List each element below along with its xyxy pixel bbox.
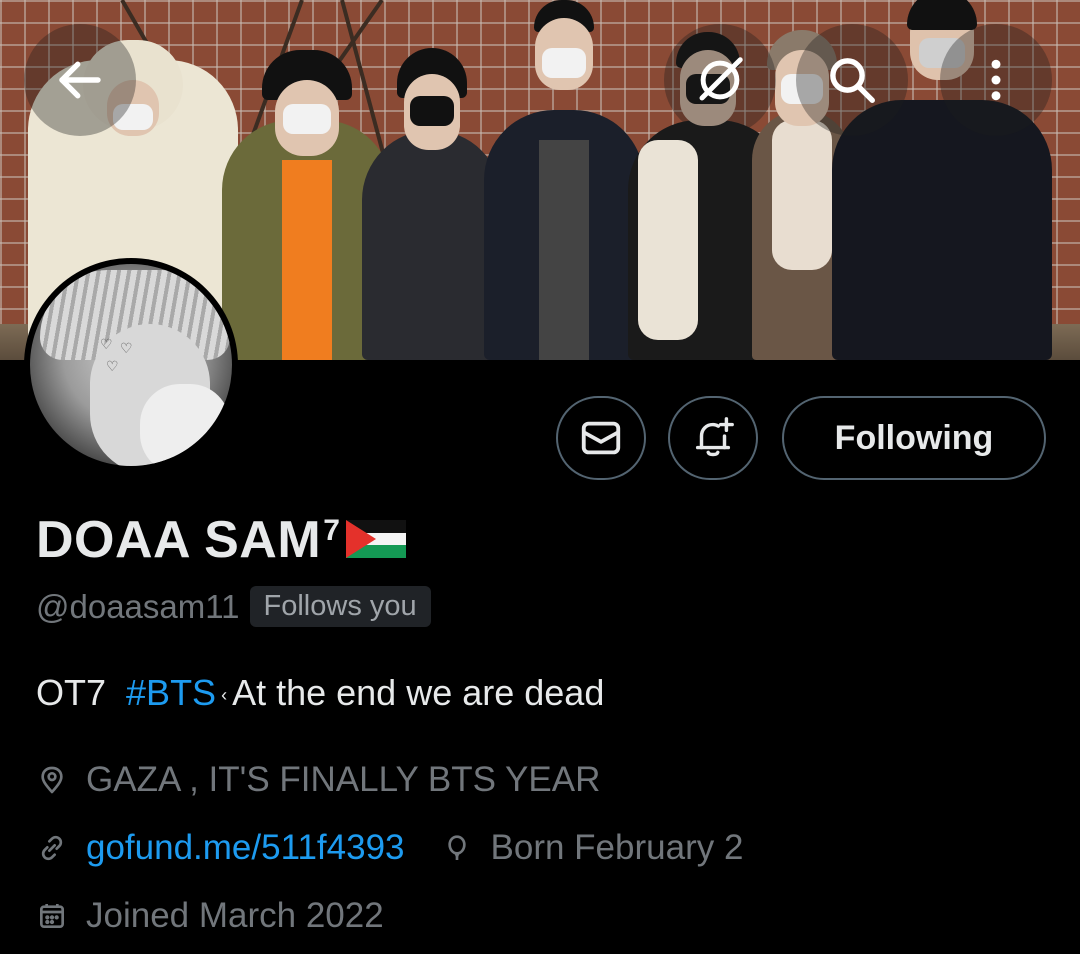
handle-row: @doaasam11 Follows you (36, 586, 431, 627)
calendar-icon (40, 904, 64, 928)
bell-plus-icon (695, 417, 734, 457)
birthday-text: Born February 2 (490, 828, 744, 867)
bio: OT7 #BTS ‹ At the end we are dead (36, 672, 604, 714)
follows-you-badge: Follows you (249, 586, 431, 627)
following-button[interactable]: Following (782, 396, 1046, 480)
palestine-flag-icon (346, 520, 407, 558)
more-vertical-icon (991, 59, 1001, 101)
website-link[interactable]: gofund.me/511f4393 (86, 828, 405, 868)
location-pin-icon (41, 766, 63, 794)
envelope-icon (581, 421, 621, 455)
back-button[interactable] (24, 24, 136, 136)
website-birthday-row: gofund.me/511f4393 Born February 2 (36, 828, 743, 868)
arrow-left-icon (59, 61, 101, 99)
joined-row: Joined March 2022 (36, 896, 384, 936)
more-button[interactable] (940, 24, 1052, 136)
location-text: GAZA , IT'S FINALLY BTS YEAR (86, 760, 601, 799)
grok-button[interactable] (664, 24, 776, 136)
display-name-text: DOAA SAM (36, 511, 322, 569)
message-button[interactable] (556, 396, 646, 480)
grok-icon (699, 57, 743, 101)
link-icon (41, 835, 63, 861)
notifications-button[interactable] (668, 396, 758, 480)
display-name-sup: 7 (323, 514, 341, 547)
display-name: DOAA SAM 7 (36, 510, 407, 570)
following-label: Following (834, 418, 994, 457)
balloon-icon (447, 835, 466, 860)
search-button[interactable] (796, 24, 908, 136)
location-row: GAZA , IT'S FINALLY BTS YEAR (36, 760, 600, 800)
bio-text: At the end we are dead (232, 672, 605, 713)
bio-separator: ‹ (216, 684, 233, 705)
bio-prefix: OT7 (36, 672, 127, 713)
username-handle: @doaasam11 (36, 587, 240, 625)
search-icon (830, 58, 875, 103)
joined-text: Joined March 2022 (86, 896, 384, 935)
bio-hashtag-link[interactable]: #BTS (126, 672, 216, 713)
avatar[interactable]: ♡ ♡ ♡ (24, 258, 238, 472)
